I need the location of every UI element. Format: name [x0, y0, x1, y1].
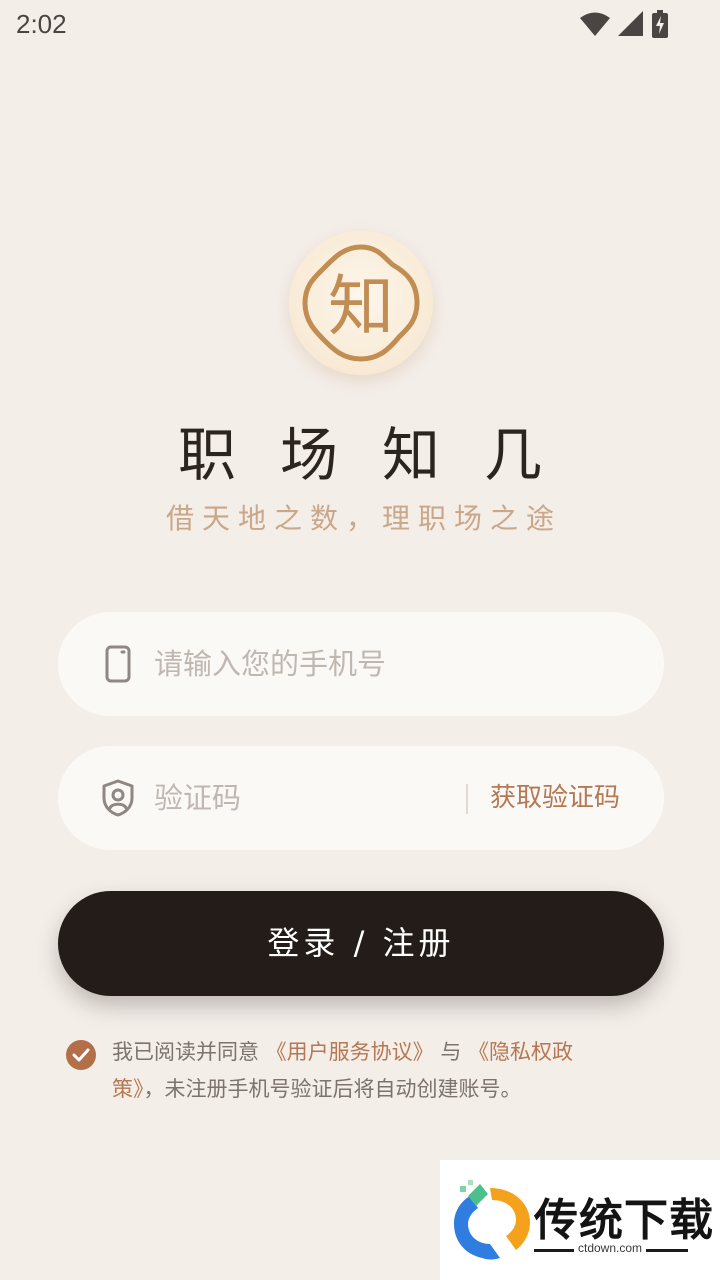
signal-icon: [618, 11, 643, 36]
logo-glyph: 知: [328, 268, 394, 345]
code-field: 获取验证码: [58, 746, 664, 850]
code-input[interactable]: [154, 746, 414, 850]
phone-field: [58, 612, 664, 716]
agreement-connector: 与: [440, 1040, 462, 1064]
agreement-suffix: ，未注册手机号验证后将自动创建账号。: [143, 1077, 522, 1101]
status-icons: [580, 10, 668, 38]
login-register-button[interactable]: 登录 / 注册: [58, 891, 664, 996]
watermark-logo-icon: [454, 1180, 530, 1260]
field-divider: [466, 784, 468, 814]
app-title: 职场知几: [177, 421, 586, 489]
agreement-checkbox[interactable]: [66, 1040, 96, 1070]
watermark-line-left: [534, 1249, 574, 1252]
wifi-icon: [580, 12, 610, 36]
app-logo: 知: [289, 231, 433, 375]
watermark-text: 传统下载: [534, 1195, 714, 1246]
status-time: 2:02: [16, 9, 67, 39]
watermark-domain: ctdown.com: [578, 1241, 643, 1255]
app-subtitle: 借天地之数，理职场之途: [165, 502, 562, 535]
shield-user-icon: [102, 779, 134, 817]
watermark: 传统下载 ctdown.com: [440, 1160, 720, 1280]
agreement-prefix: 我已阅读并同意: [112, 1040, 259, 1064]
phone-input[interactable]: [154, 612, 454, 716]
watermark-line-right: [646, 1249, 688, 1252]
terms-link[interactable]: 《用户服务协议》: [266, 1040, 434, 1064]
battery-charging-icon: [652, 10, 668, 38]
status-bar: 2:02: [0, 0, 720, 50]
check-icon: [72, 1048, 90, 1062]
logo-emblem: 知: [302, 244, 420, 362]
agreement-text: 我已阅读并同意 《用户服务协议》 与 《隐私权政策》，未注册手机号验证后将自动创…: [112, 1034, 622, 1108]
get-code-button[interactable]: 获取验证码: [490, 746, 620, 850]
phone-icon: [105, 645, 131, 683]
